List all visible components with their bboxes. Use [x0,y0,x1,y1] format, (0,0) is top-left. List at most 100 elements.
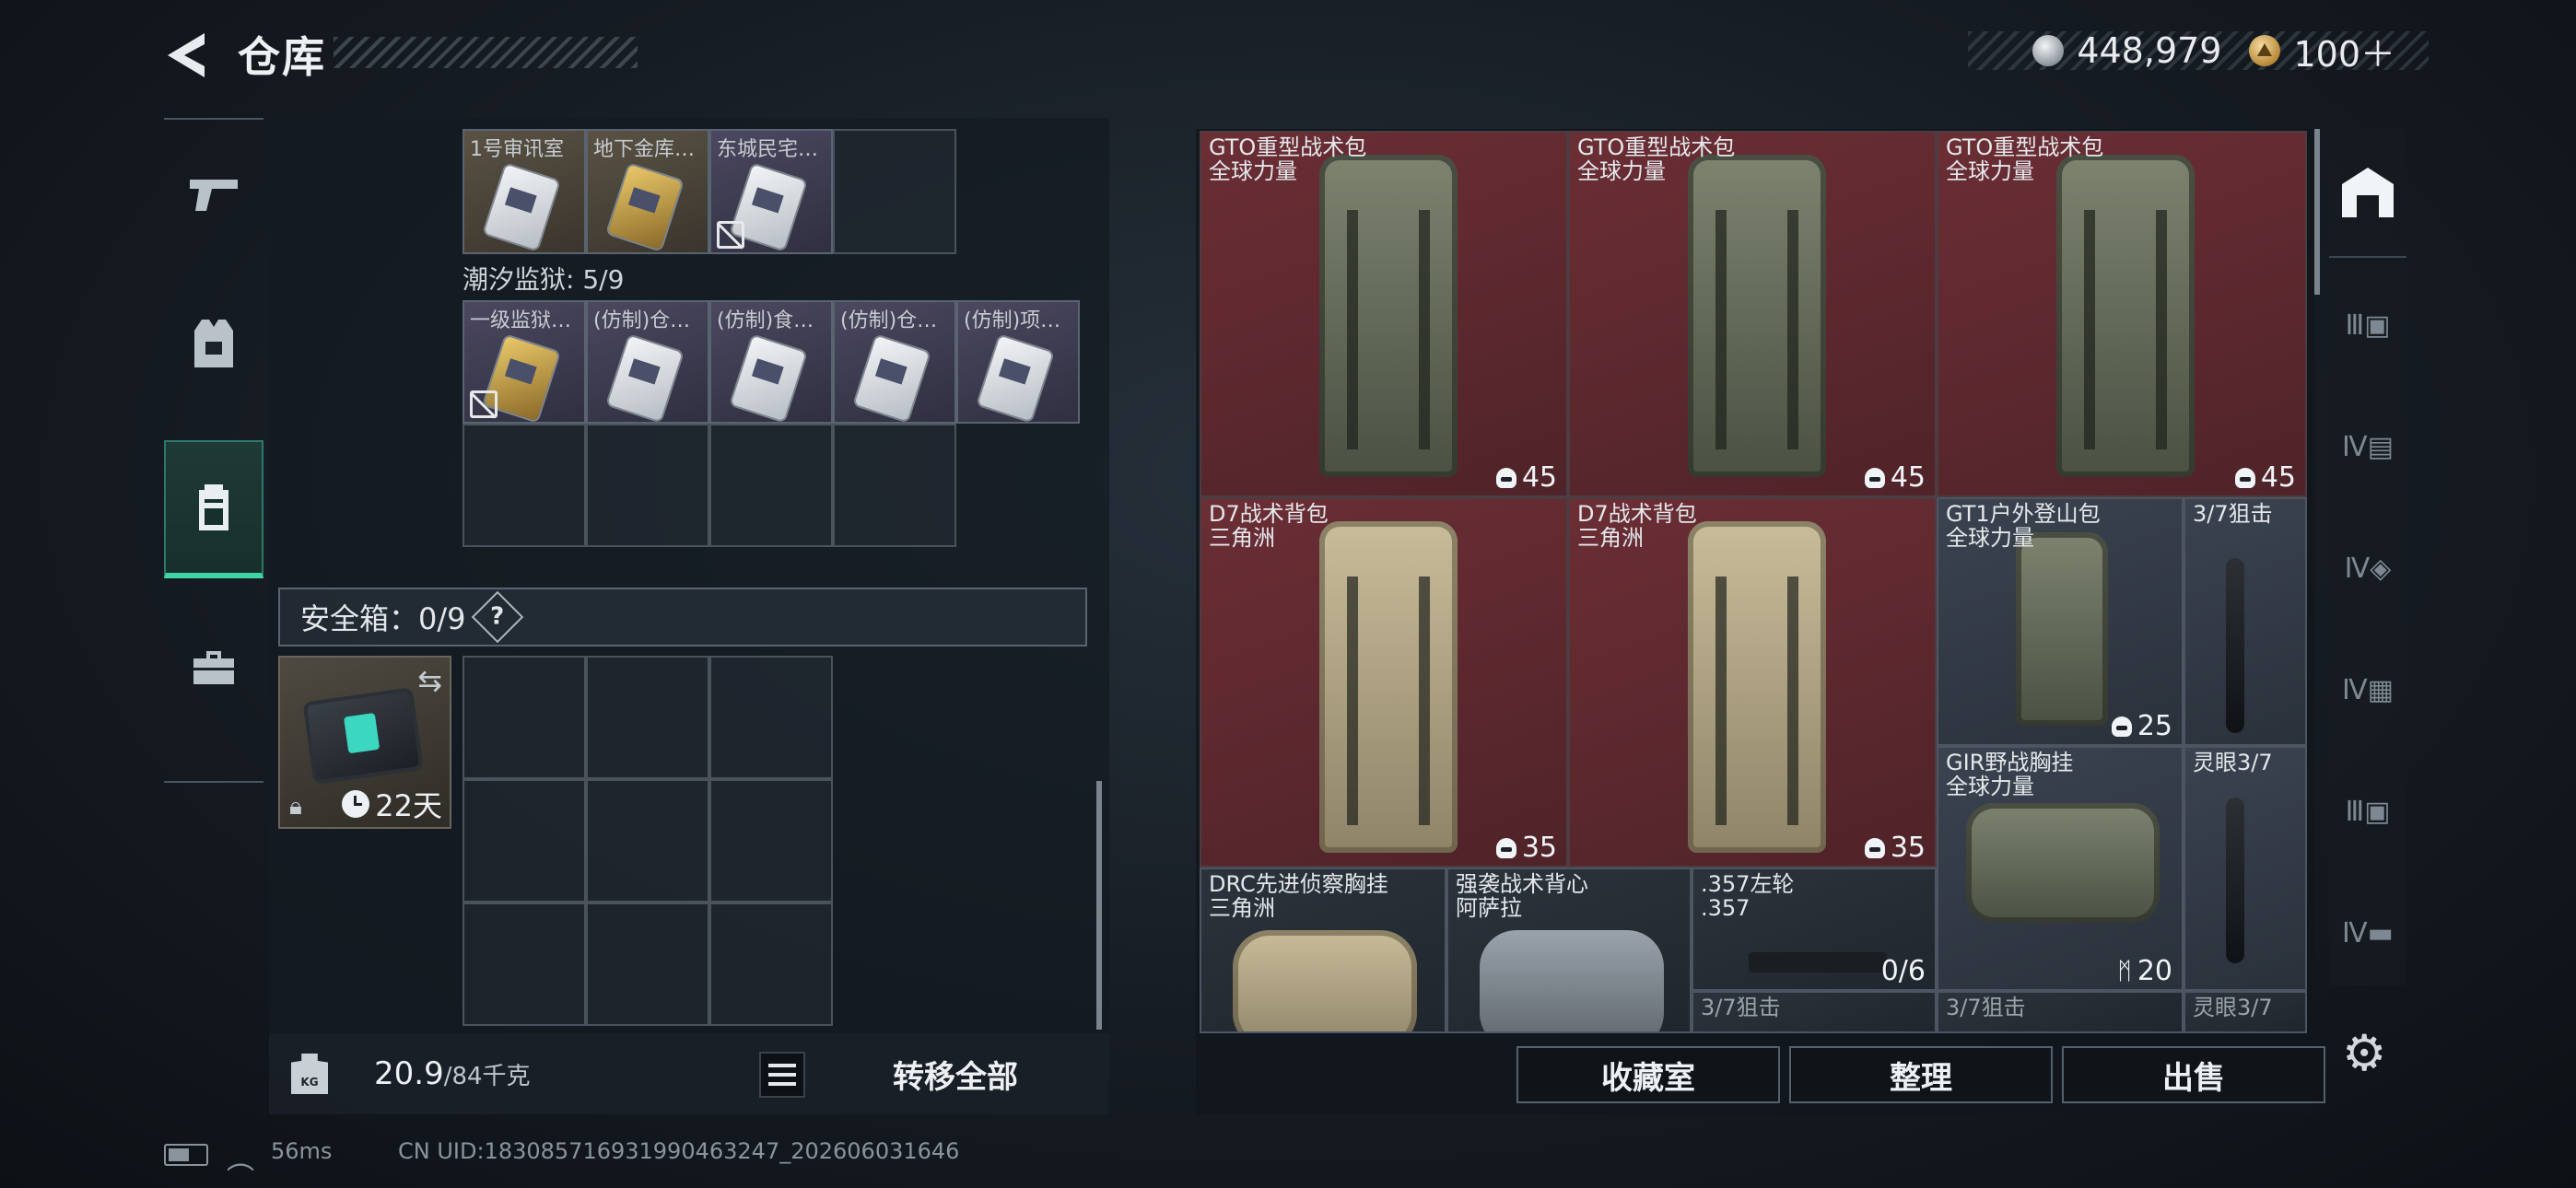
prison-item-card[interactable]: (仿制)仓… [586,300,709,424]
safe-slot[interactable] [586,903,709,1026]
item-faction: 全球力量 [1577,158,1666,184]
backpack-image [1319,155,1458,477]
inventory-item[interactable]: 3/7狙击 [1692,991,1937,1033]
gold-coin-icon [2249,35,2281,66]
inventory-item[interactable]: 灵眼3/7 [2184,746,2307,991]
empty-slot[interactable] [709,424,833,547]
tab-all[interactable] [2329,134,2406,250]
revolver-image [1749,952,1887,973]
toolbox-icon [193,651,234,684]
inventory-item[interactable]: D7战术背包 三角洲 35 [1200,497,1568,868]
item-name: GIR野战胸挂 [1946,750,2074,775]
item-label: (仿制)项… [964,309,1061,332]
collection-room-button[interactable]: 收藏室 [1516,1046,1780,1103]
item-label: 1号审讯室 [470,138,564,161]
safe-slot[interactable] [709,903,833,1026]
tab-case-tier-4[interactable]: Ⅳ▤ [2329,389,2406,505]
tab-storage[interactable] [164,440,263,578]
item-faction: 三角洲 [1209,525,1275,551]
inventory-item[interactable]: DRC先进侦察胸挂 三角洲 [1200,868,1446,1033]
empty-slot[interactable] [833,129,956,254]
ping-readout: 56ms [271,1138,333,1164]
keycard-image [978,335,1053,422]
vest-image [1480,930,1664,1031]
chest-rig-image [1966,803,2160,923]
list-view-button[interactable] [759,1052,805,1098]
prison-item-card[interactable]: (仿制)食… [709,300,833,424]
item-ammo-type: .357 [1701,895,1751,921]
safe-slot[interactable] [709,779,833,903]
item-label: (仿制)仓… [593,309,691,332]
item-name: 3/7狙击 [1946,995,2026,1020]
storage-item-card[interactable]: 东城民宅… [709,129,833,254]
safe-slot[interactable] [586,779,709,903]
empty-slot[interactable] [463,424,586,547]
item-faction: 三角洲 [1577,525,1644,551]
item-name: 灵眼3/7 [2193,750,2273,775]
inventory-item[interactable]: 3/7狙击 [1937,991,2184,1033]
item-faction: 全球力量 [1946,158,2034,184]
safe-slot[interactable] [586,656,709,779]
organize-button[interactable]: 整理 [1789,1046,2053,1103]
tab-gear[interactable] [164,274,263,413]
wifi-icon: ︵ [227,1144,254,1176]
safe-box-image [302,687,424,785]
transfer-all-button[interactable]: 转移全部 [822,1033,1089,1114]
safe-slot[interactable] [463,903,586,1026]
safe-box-card[interactable]: ⇆ 🔒︎ 22天 [278,656,451,829]
tab-supplies[interactable] [164,599,263,737]
storage-item-card[interactable]: 地下金库… [586,129,709,254]
lock-icon: 🔒︎ [289,793,302,821]
gold-currency-value[interactable]: 100＋ [2293,26,2395,76]
back-arrow-icon[interactable] [164,31,208,79]
empty-slot[interactable] [833,424,956,547]
prison-item-card[interactable]: (仿制)项… [956,300,1080,424]
safe-slot[interactable] [463,779,586,903]
help-icon[interactable]: ? [471,590,523,644]
case-tier-4-icon: Ⅳ▬ [2341,916,2395,949]
inventory-scrollbar[interactable] [2314,129,2320,295]
case-tier-4-icon: Ⅳ▤ [2341,430,2395,463]
inventory-item[interactable]: 灵眼3/7 [2184,991,2307,1033]
tab-case-tier-3[interactable]: Ⅲ▣ [2329,753,2406,869]
no-carry-icon [470,390,498,418]
empty-slot[interactable] [586,424,709,547]
inventory-item[interactable]: GIR野战胸挂 全球力量 ᛗ 20 [1937,746,2184,991]
storage-item-card[interactable]: 1号审讯室 [463,129,586,254]
tab-case-tier-4[interactable]: Ⅳ▬ [2329,875,2406,991]
tab-case-tier-3[interactable]: Ⅲ▣ [2329,267,2406,383]
vest-small-icon: ᛗ [2117,957,2132,985]
inventory-item[interactable]: GT1户外登山包 全球力量 25 [1937,497,2184,746]
tab-weapons[interactable] [164,125,263,263]
ammo-count: 0/6 [1880,955,1926,987]
currency-bar: 448,979 100＋ [1968,30,2429,75]
inventory-item[interactable]: D7战术背包 三角洲 35 [1568,497,1937,868]
inventory-item[interactable]: GTO重型战术包 全球力量 45 [1200,131,1568,497]
prison-item-card[interactable]: 一级监狱… [463,300,586,424]
inventory-item[interactable]: .357左轮 .357 0/6 [1692,868,1937,991]
item-name: GTO重型战术包 [1577,134,1736,160]
inventory-item[interactable]: GTO重型战术包 全球力量 45 [1937,131,2307,497]
item-name: .357左轮 [1701,871,1795,897]
inventory-item[interactable]: GTO重型战术包 全球力量 45 [1568,131,1937,497]
tab-case-tier-4[interactable]: Ⅳ◈ [2329,510,2406,626]
item-capacity: 45 [2234,461,2296,494]
swap-icon[interactable]: ⇆ [417,663,442,698]
inventory-item[interactable]: 3/7狙击 [2184,497,2307,746]
settings-gear-icon[interactable]: ⚙ [2342,1024,2386,1082]
weight-current: 20.9 [374,1055,444,1092]
tab-case-tier-4[interactable]: Ⅳ▦ [2329,632,2406,748]
help-glyph: ? [489,603,505,631]
inventory-item[interactable]: 强袭战术背心 阿萨拉 [1446,868,1692,1033]
storage-scrollbar[interactable] [1096,781,1102,1030]
helmet-icon [1864,467,1885,488]
safe-slot[interactable] [709,656,833,779]
no-carry-icon [717,221,744,249]
safe-slot[interactable] [463,656,586,779]
helmet-icon [1495,467,1516,488]
sell-button[interactable]: 出售 [2062,1046,2325,1103]
battery-icon [164,1144,208,1166]
home-icon [2342,168,2394,217]
backpack-image [2056,155,2195,477]
prison-item-card[interactable]: (仿制)仓… [833,300,956,424]
